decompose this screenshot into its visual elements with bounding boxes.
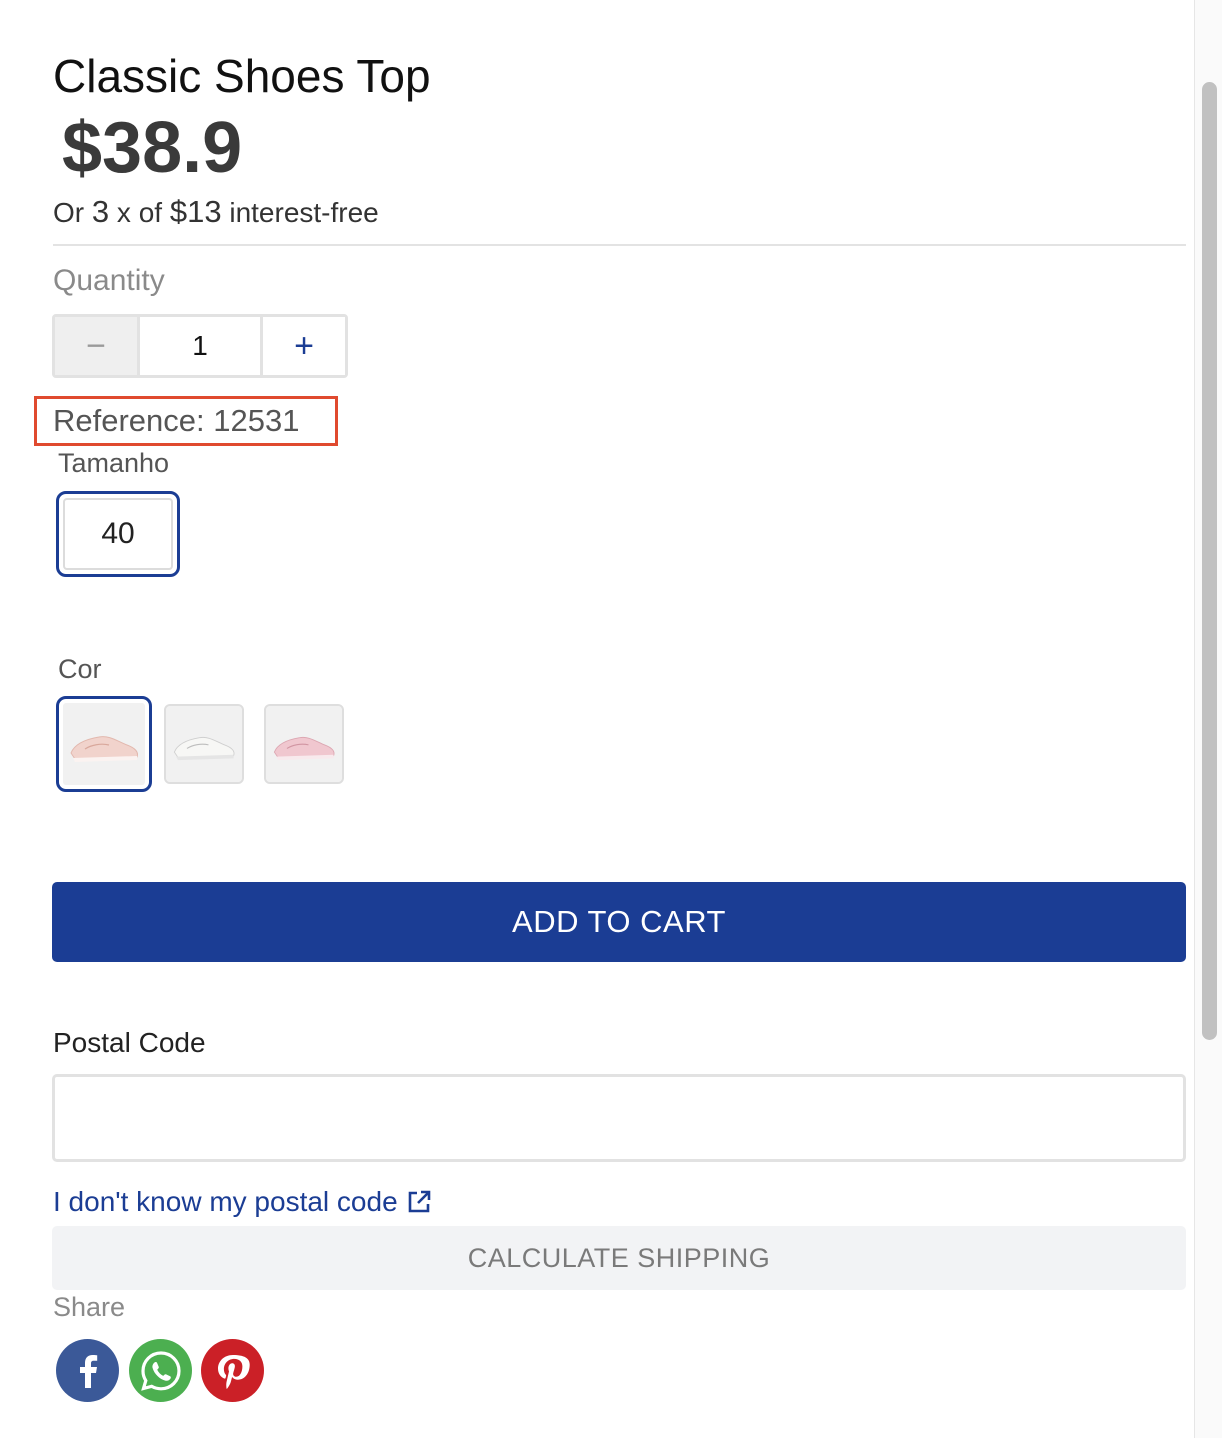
- color-swatch-pink[interactable]: [264, 704, 344, 784]
- color-swatch-white[interactable]: [164, 704, 244, 784]
- quantity-increase-button[interactable]: +: [260, 317, 345, 375]
- external-link-icon: [408, 1190, 430, 1213]
- postal-code-label: Postal Code: [53, 1027, 206, 1058]
- facebook-icon: [79, 1354, 97, 1388]
- size-label: Tamanho: [58, 448, 170, 478]
- product-page: Classic Shoes Top $38.9 Or 3 x of $13 in…: [0, 0, 1222, 1438]
- share-whatsapp-button[interactable]: [129, 1339, 192, 1402]
- installments-prefix: Or: [53, 197, 85, 228]
- product-title: Classic Shoes Top: [53, 50, 431, 102]
- quantity-decrease-button[interactable]: −: [55, 317, 140, 375]
- quantity-value-input[interactable]: 1: [140, 317, 260, 375]
- installments-middle: x of: [116, 197, 163, 228]
- calculate-shipping-button[interactable]: CALCULATE SHIPPING: [52, 1226, 1186, 1290]
- size-option-label: 40: [63, 498, 173, 570]
- whatsapp-icon: [140, 1350, 181, 1391]
- pinterest-icon: [217, 1354, 250, 1389]
- add-to-cart-button[interactable]: ADD TO CART: [52, 882, 1186, 962]
- installments-amount: $13: [169, 194, 222, 229]
- installments-suffix: interest-free: [229, 197, 379, 228]
- sneaker-image: [63, 703, 145, 785]
- scrollbar-thumb[interactable]: [1202, 82, 1217, 1040]
- unknown-postal-code-link[interactable]: I don't know my postal code: [53, 1184, 432, 1220]
- size-option-40[interactable]: 40: [56, 491, 180, 577]
- sneaker-image: [166, 706, 242, 782]
- quantity-label: Quantity: [53, 264, 165, 297]
- product-price: $38.9: [62, 108, 243, 188]
- quantity-stepper: − 1 +: [52, 314, 348, 378]
- share-pinterest-button[interactable]: [201, 1339, 264, 1402]
- share-label: Share: [53, 1292, 126, 1322]
- divider: [53, 244, 1186, 246]
- installments-text: Or 3 x of $13 interest-free: [53, 194, 379, 231]
- color-label: Cor: [58, 654, 102, 684]
- share-facebook-button[interactable]: [56, 1339, 119, 1402]
- color-swatch-light-pink[interactable]: [56, 696, 152, 792]
- installments-count: 3: [91, 194, 110, 229]
- postal-code-input[interactable]: [52, 1074, 1186, 1162]
- product-reference: Reference: 12531: [53, 403, 300, 438]
- sneaker-image: [266, 706, 342, 782]
- unknown-postal-code-link-text: I don't know my postal code: [53, 1186, 398, 1217]
